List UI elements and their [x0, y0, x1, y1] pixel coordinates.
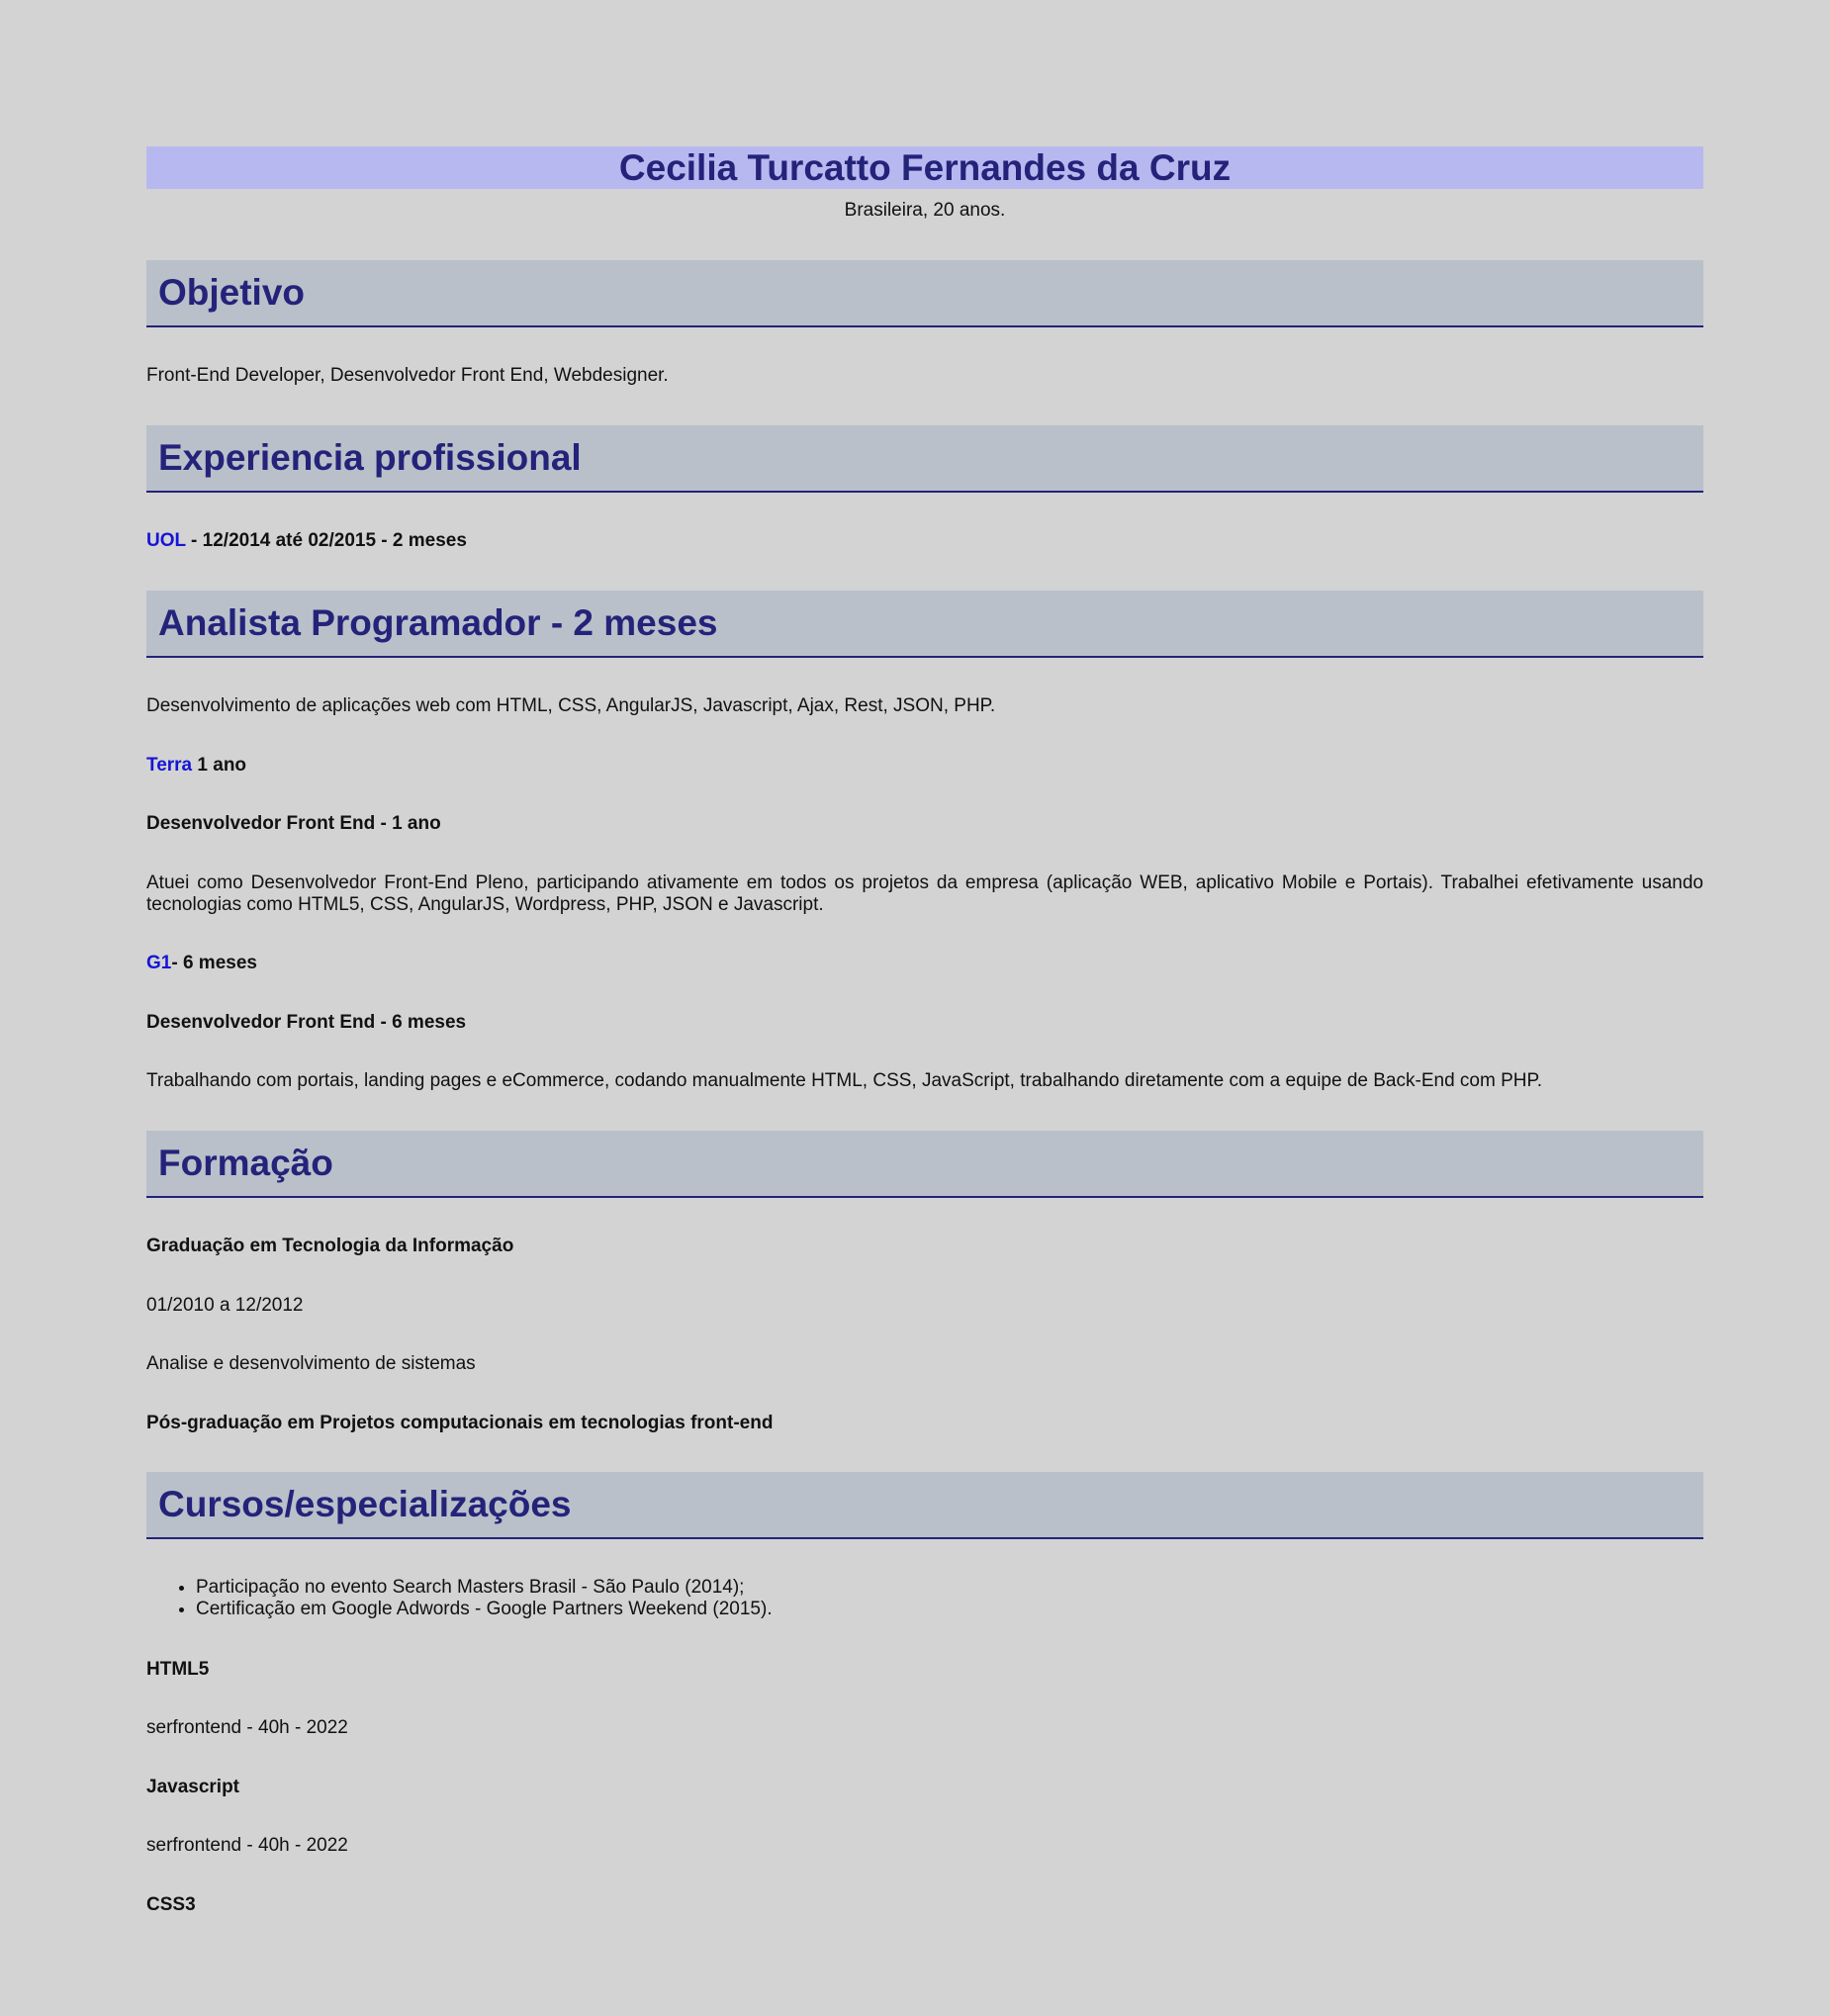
objective-text: Front-End Developer, Desenvolvedor Front…: [146, 365, 669, 386]
g1-detail: - 6 meses: [171, 953, 257, 973]
uol-detail: - 12/2014 até 02/2015 - 2 meses: [185, 530, 467, 551]
course-javascript-detail: serfrontend - 40h - 2022: [146, 1835, 348, 1856]
course-javascript: Javascript: [146, 1777, 240, 1797]
section-experiencia: Experiencia profissional: [146, 425, 1703, 493]
section-title-objetivo: Objetivo: [158, 272, 306, 313]
list-item: Certificação em Google Adwords - Google …: [196, 1599, 773, 1620]
terra-role: Desenvolvedor Front End - 1 ano: [146, 813, 441, 834]
link-uol[interactable]: UOL: [146, 530, 186, 551]
course-css3: CSS3: [146, 1894, 196, 1915]
section-cursos: Cursos/especializações: [146, 1472, 1703, 1539]
courses-list: Participação no evento Search Masters Br…: [146, 1577, 773, 1620]
experience-terra: Terra 1 ano: [146, 755, 1703, 777]
education-period: 01/2010 a 12/2012: [146, 1295, 304, 1316]
link-g1[interactable]: G1: [146, 953, 171, 973]
page-title: Cecilia Turcatto Fernandes da Cruz: [146, 146, 1703, 189]
education-postgrad: Pós-graduação em Projetos computacionais…: [146, 1413, 774, 1433]
subtitle: Brasileira, 20 anos.: [844, 200, 1006, 221]
analista-text: Desenvolvimento de aplicações web com HT…: [146, 695, 996, 716]
section-analista: Analista Programador - 2 meses: [146, 591, 1703, 658]
terra-text: Atuei como Desenvolvedor Front-End Pleno…: [146, 872, 1703, 915]
course-html5: HTML5: [146, 1659, 210, 1680]
section-title-experiencia: Experiencia profissional: [158, 437, 582, 478]
list-item: Participação no evento Search Masters Br…: [196, 1577, 773, 1599]
education-course: Analise e desenvolvimento de sistemas: [146, 1353, 476, 1374]
link-terra[interactable]: Terra: [146, 755, 192, 776]
section-objetivo: Objetivo: [146, 260, 1703, 327]
section-title-formacao: Formação: [158, 1143, 333, 1183]
section-title-cursos: Cursos/especializações: [158, 1484, 572, 1524]
education-degree: Graduação em Tecnologia da Informação: [146, 1236, 514, 1256]
g1-role: Desenvolvedor Front End - 6 meses: [146, 1012, 467, 1033]
section-title-analista: Analista Programador - 2 meses: [158, 602, 718, 643]
course-html5-detail: serfrontend - 40h - 2022: [146, 1717, 348, 1738]
experience-uol: UOL - 12/2014 até 02/2015 - 2 meses: [146, 530, 1703, 552]
section-formacao: Formação: [146, 1131, 1703, 1198]
terra-detail: 1 ano: [192, 755, 247, 776]
g1-text: Trabalhando com portais, landing pages e…: [146, 1070, 1542, 1091]
experience-g1: G1- 6 meses: [146, 953, 1703, 974]
